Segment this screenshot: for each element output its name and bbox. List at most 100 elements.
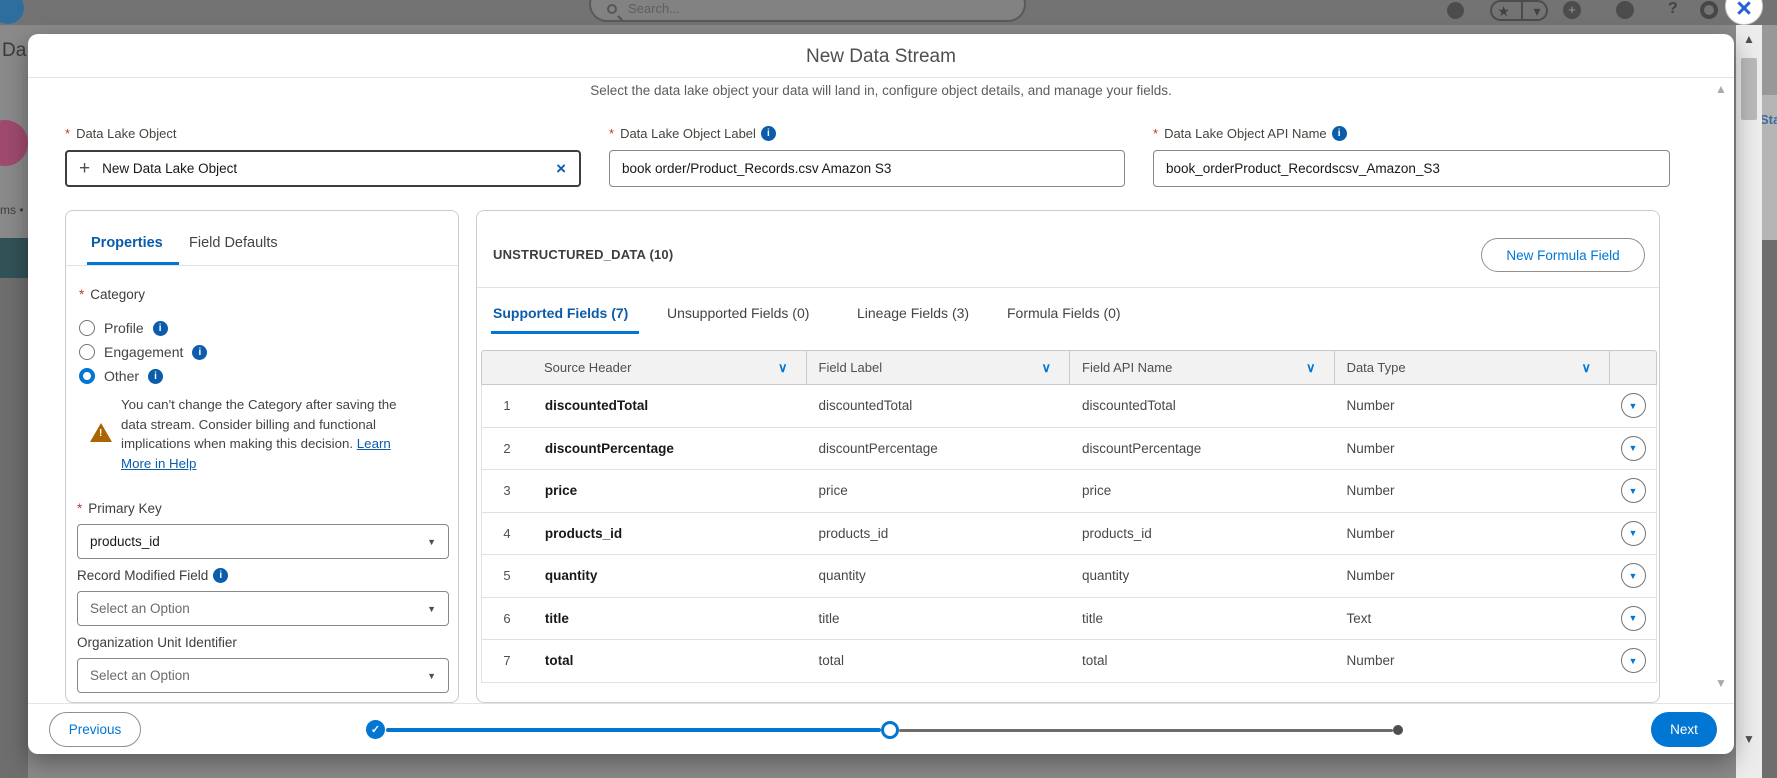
row-actions-button[interactable]: ▼: [1621, 606, 1646, 631]
required-asterisk: *: [77, 501, 82, 516]
cell-data-type: Number: [1335, 568, 1611, 583]
chevron-down-icon[interactable]: ∨: [1042, 360, 1052, 376]
modal-scroll-up-icon[interactable]: ▲: [1706, 82, 1736, 96]
close-icon: ×: [1736, 0, 1752, 22]
field-label-text: Organization Unit Identifier: [77, 635, 237, 650]
table-header-row: Source Header ∨ Field Label ∨ Field API …: [481, 350, 1657, 385]
primary-key-select[interactable]: products_id ▼: [77, 524, 449, 559]
required-asterisk: *: [609, 126, 614, 141]
field-label-text: Primary Key: [88, 501, 162, 516]
modal-title: New Data Stream: [28, 46, 1734, 68]
column-header-text: Source Header: [544, 360, 631, 375]
radio-circle[interactable]: [79, 344, 95, 360]
caret-down-icon: ▼: [1629, 486, 1638, 496]
previous-button[interactable]: Previous: [49, 712, 141, 747]
table-row: 7 total total total Number ▼: [482, 640, 1656, 683]
chevron-down-icon[interactable]: ∨: [1306, 360, 1316, 376]
caret-down-icon: ▼: [1629, 571, 1638, 581]
row-actions-button[interactable]: ▼: [1621, 521, 1646, 546]
radio-other[interactable]: Other i: [79, 366, 163, 386]
info-icon[interactable]: i: [192, 345, 207, 360]
tab-properties[interactable]: Properties: [91, 235, 163, 251]
tab-field-defaults[interactable]: Field Defaults: [189, 235, 278, 251]
new-formula-field-button[interactable]: New Formula Field: [1481, 238, 1645, 272]
tab-supported-fields[interactable]: Supported Fields (7): [493, 305, 628, 321]
column-header-source-header[interactable]: Source Header ∨: [482, 351, 807, 384]
caret-down-icon: ▼: [1629, 613, 1638, 623]
emoji-icon: [1447, 2, 1464, 19]
column-header-field-api-name[interactable]: Field API Name ∨: [1070, 351, 1335, 384]
cell-field-api-name: discountPercentage: [1070, 441, 1335, 456]
selected-value: Select an Option: [90, 601, 190, 616]
caret-down-icon: ▼: [1629, 656, 1638, 666]
data-lake-object-api-name-label: * Data Lake Object API Name i: [1153, 124, 1347, 142]
column-header-data-type[interactable]: Data Type ∨: [1335, 351, 1611, 384]
tab-formula-fields[interactable]: Formula Fields (0): [1007, 305, 1121, 321]
column-header-text: Field API Name: [1082, 360, 1172, 375]
divider: [477, 287, 1659, 288]
category-label: * Category: [79, 287, 145, 302]
scroll-up-arrow-icon[interactable]: ▲: [1736, 32, 1762, 46]
clear-icon[interactable]: ×: [543, 159, 579, 179]
scroll-down-arrow-icon[interactable]: ▼: [1736, 732, 1762, 746]
data-lake-object-label-input[interactable]: [610, 161, 1124, 176]
info-icon[interactable]: i: [153, 321, 168, 336]
row-actions-button[interactable]: ▼: [1621, 436, 1646, 461]
data-lake-object-api-name-input[interactable]: [1154, 161, 1669, 176]
info-icon[interactable]: i: [148, 369, 163, 384]
cell-data-type: Number: [1335, 441, 1611, 456]
next-button[interactable]: Next: [1651, 712, 1717, 747]
trailhead-icon: [1616, 1, 1634, 19]
chevron-down-icon[interactable]: ∨: [1582, 360, 1592, 376]
row-actions-button[interactable]: ▼: [1621, 478, 1646, 503]
background-record-icon: [0, 120, 28, 166]
info-icon[interactable]: i: [761, 126, 776, 141]
cell-source-header: total: [532, 653, 807, 668]
cell-field-api-name: title: [1070, 611, 1335, 626]
scrollbar-thumb[interactable]: [1741, 58, 1757, 120]
info-icon[interactable]: i: [213, 568, 228, 583]
row-actions-button[interactable]: ▼: [1621, 563, 1646, 588]
row-actions-button[interactable]: ▼: [1621, 648, 1646, 673]
global-search-input: [626, 0, 966, 17]
row-number: 2: [482, 441, 532, 456]
required-asterisk: *: [1153, 126, 1158, 141]
table-row: 3 price price price Number ▼: [482, 470, 1656, 513]
record-modified-field-select[interactable]: Select an Option ▼: [77, 591, 449, 626]
radio-circle[interactable]: [79, 320, 95, 336]
organization-unit-identifier-select[interactable]: Select an Option ▼: [77, 658, 449, 693]
info-icon[interactable]: i: [1332, 126, 1347, 141]
row-number: 1: [482, 398, 532, 413]
data-lake-object-field[interactable]: + ×: [65, 150, 581, 187]
caret-down-icon: ▼: [1629, 528, 1638, 538]
chevron-down-icon[interactable]: ∨: [778, 360, 788, 376]
cell-data-type: Number: [1335, 398, 1611, 413]
field-label-text: Record Modified Field: [77, 568, 208, 583]
modal-scroll-down-icon[interactable]: ▼: [1706, 676, 1736, 690]
app-logo-circle: [0, 0, 24, 24]
fields-panel: UNSTRUCTURED_DATA (10) New Formula Field…: [476, 210, 1660, 703]
field-label-text: Data Lake Object API Name: [1164, 126, 1327, 141]
active-tab-underline: [491, 331, 639, 334]
cell-field-label: total: [806, 653, 1070, 668]
field-label-text: Category: [90, 287, 145, 302]
radio-profile[interactable]: Profile i: [79, 318, 168, 338]
background-tile-fragment: [0, 238, 28, 278]
record-modified-field-label: Record Modified Field i: [77, 568, 228, 583]
tab-lineage-fields[interactable]: Lineage Fields (3): [857, 305, 969, 321]
help-icon: ?: [1668, 0, 1678, 18]
data-lake-object-input[interactable]: [90, 161, 543, 176]
radio-label: Other: [104, 368, 139, 384]
radio-engagement[interactable]: Engagement i: [79, 342, 207, 362]
background-text-fragment: ms •: [0, 203, 24, 217]
page-scrollbar[interactable]: ▲ ▼: [1736, 25, 1762, 778]
column-header-field-label[interactable]: Field Label ∨: [807, 351, 1071, 384]
background-panel-fragment: [0, 238, 28, 778]
radio-circle-selected[interactable]: [79, 368, 95, 384]
cell-field-api-name: quantity: [1070, 568, 1335, 583]
cell-field-label: price: [806, 483, 1070, 498]
tab-unsupported-fields[interactable]: Unsupported Fields (0): [667, 305, 809, 321]
data-lake-object-api-name-field[interactable]: [1153, 150, 1670, 187]
data-lake-object-label-field[interactable]: [609, 150, 1125, 187]
row-actions-button[interactable]: ▼: [1621, 393, 1646, 418]
